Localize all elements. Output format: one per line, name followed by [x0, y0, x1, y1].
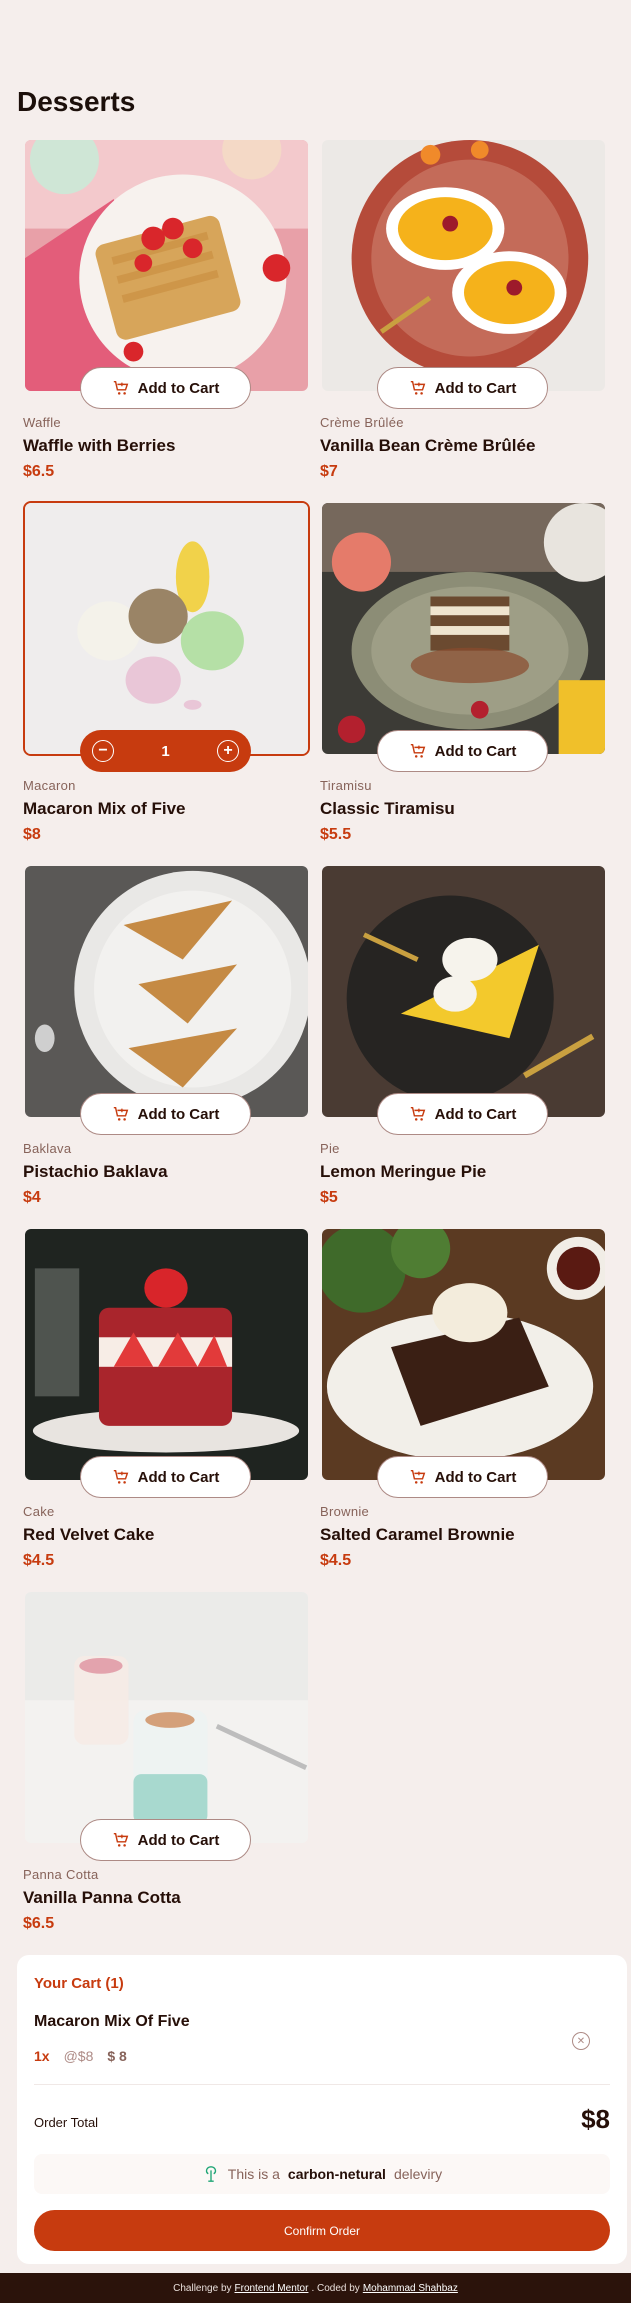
product-category: Brownie [320, 1504, 370, 1519]
cart-add-icon [410, 1106, 425, 1121]
product-image-panna-cotta [23, 1590, 310, 1845]
product-image-pie [320, 864, 607, 1119]
page: Desserts Add to Cart Waffle Waffle with … [0, 0, 631, 2303]
add-to-cart-button[interactable]: Add to Cart [377, 1456, 548, 1498]
product-price: $7 [320, 463, 338, 480]
product-image-waffle [23, 138, 310, 393]
product-category: Tiramisu [320, 778, 372, 793]
cart-add-icon [113, 1469, 128, 1484]
product-price: $4.5 [320, 1552, 352, 1569]
cart-add-icon [113, 380, 128, 395]
product-image-cake [23, 1227, 310, 1482]
add-to-cart-label: Add to Cart [434, 379, 517, 397]
add-to-cart-button[interactable]: Add to Cart [80, 1819, 251, 1861]
cart-item-unit-price: @$8 [63, 2048, 94, 2064]
eco-prefix: This is a [227, 2166, 280, 2182]
tree-icon [205, 2166, 216, 2182]
product-price: $8 [23, 826, 41, 843]
product-category: Panna Cotta [23, 1867, 99, 1882]
product-category: Macaron [23, 778, 76, 793]
product-image-tiramisu [320, 501, 607, 756]
product-name: Vanilla Panna Cotta [23, 1888, 181, 1907]
product-name: Red Velvet Cake [23, 1525, 155, 1544]
add-to-cart-button[interactable]: Add to Cart [377, 367, 548, 409]
carbon-neutral-notice: This is a carbon-netural deleviry [34, 2154, 610, 2194]
product-image-creme-brulee [320, 138, 607, 393]
product-name: Classic Tiramisu [320, 799, 455, 818]
product-image-baklava [23, 864, 310, 1119]
add-to-cart-button[interactable]: Add to Cart [377, 730, 548, 772]
product-name: Macaron Mix of Five [23, 799, 186, 818]
product-card-brownie: Add to Cart Brownie Salted Caramel Brown… [320, 1227, 607, 1590]
cart-add-icon [410, 380, 425, 395]
product-category: Crème Brûlée [320, 415, 404, 430]
quantity-value: 1 [161, 742, 170, 760]
product-image-brownie [320, 1227, 607, 1482]
add-to-cart-label: Add to Cart [137, 379, 220, 397]
order-total-label: Order Total [34, 2115, 99, 2130]
footer-prefix: Challenge by [173, 2282, 232, 2294]
quantity-stepper: − 1 + [80, 730, 251, 772]
remove-item-icon[interactable]: ✕ [572, 2032, 590, 2050]
increment-icon[interactable]: + [217, 740, 239, 762]
product-card-tiramisu: Add to Cart Tiramisu Classic Tiramisu $5… [320, 501, 607, 864]
author-link[interactable]: Mohammad Shahbaz [363, 2283, 458, 2294]
eco-suffix: deleviry [393, 2166, 443, 2182]
cart-add-icon [410, 1469, 425, 1484]
product-card-baklava: Add to Cart Baklava Pistachio Baklava $4 [23, 864, 310, 1227]
product-price: $5 [320, 1189, 338, 1206]
add-to-cart-button[interactable]: Add to Cart [80, 1093, 251, 1135]
footer: Challenge by Frontend Mentor . Coded by … [0, 2273, 631, 2303]
product-card-macaron: − 1 + Macaron Macaron Mix of Five $8 [23, 501, 310, 864]
confirm-order-button[interactable]: Confirm Order [34, 2210, 610, 2251]
cart-add-icon [410, 743, 425, 758]
cart-divider [34, 2084, 610, 2085]
product-category: Baklava [23, 1141, 72, 1156]
product-category: Pie [320, 1141, 340, 1156]
cart-item-name: Macaron Mix Of Five [34, 2013, 190, 2030]
cart-title: Your Cart (1) [34, 1975, 124, 1992]
product-card-cake: Add to Cart Cake Red Velvet Cake $4.5 [23, 1227, 310, 1590]
product-grid: Add to Cart Waffle Waffle with Berries $… [23, 138, 607, 1953]
add-to-cart-label: Add to Cart [434, 742, 517, 760]
add-to-cart-label: Add to Cart [137, 1468, 220, 1486]
product-card-waffle: Add to Cart Waffle Waffle with Berries $… [23, 138, 310, 501]
product-price: $5.5 [320, 826, 352, 843]
add-to-cart-button[interactable]: Add to Cart [80, 1456, 251, 1498]
product-price: $6.5 [23, 463, 55, 480]
product-image-macaron [23, 501, 310, 756]
product-price: $4.5 [23, 1552, 55, 1569]
cart-item-quantity: 1x [34, 2048, 50, 2064]
product-price: $6.5 [23, 1915, 55, 1932]
product-name: Lemon Meringue Pie [320, 1162, 487, 1181]
product-price: $4 [23, 1189, 41, 1206]
add-to-cart-label: Add to Cart [434, 1468, 517, 1486]
frontend-mentor-link[interactable]: Frontend Mentor [235, 2283, 309, 2294]
footer-middle: . Coded by [311, 2282, 360, 2294]
add-to-cart-label: Add to Cart [434, 1105, 517, 1123]
add-to-cart-button[interactable]: Add to Cart [377, 1093, 548, 1135]
product-card-creme-brulee: Add to Cart Crème Brûlée Vanilla Bean Cr… [320, 138, 607, 501]
cart-add-icon [113, 1832, 128, 1847]
product-name: Vanilla Bean Crème Brûlée [320, 436, 536, 455]
product-name: Salted Caramel Brownie [320, 1525, 515, 1544]
add-to-cart-label: Add to Cart [137, 1105, 220, 1123]
cart-item-meta: 1x @$8 $ 8 [34, 2048, 127, 2064]
product-card-pie: Add to Cart Pie Lemon Meringue Pie $5 [320, 864, 607, 1227]
product-name: Waffle with Berries [23, 436, 176, 455]
product-category: Waffle [23, 415, 61, 430]
page-title: Desserts [17, 86, 136, 117]
product-card-panna-cotta: Add to Cart Panna Cotta Vanilla Panna Co… [23, 1590, 310, 1953]
add-to-cart-button[interactable]: Add to Cart [80, 367, 251, 409]
add-to-cart-label: Add to Cart [137, 1831, 220, 1849]
decrement-icon[interactable]: − [92, 740, 114, 762]
cart-panel: Your Cart (1) Macaron Mix Of Five 1x @$8… [17, 1955, 627, 2264]
product-name: Pistachio Baklava [23, 1162, 168, 1181]
cart-item-total: $ 8 [107, 2048, 127, 2064]
cart-add-icon [113, 1106, 128, 1121]
order-total-value: $8 [581, 2104, 610, 2134]
product-category: Cake [23, 1504, 55, 1519]
eco-bold: carbon-netural [287, 2166, 386, 2182]
